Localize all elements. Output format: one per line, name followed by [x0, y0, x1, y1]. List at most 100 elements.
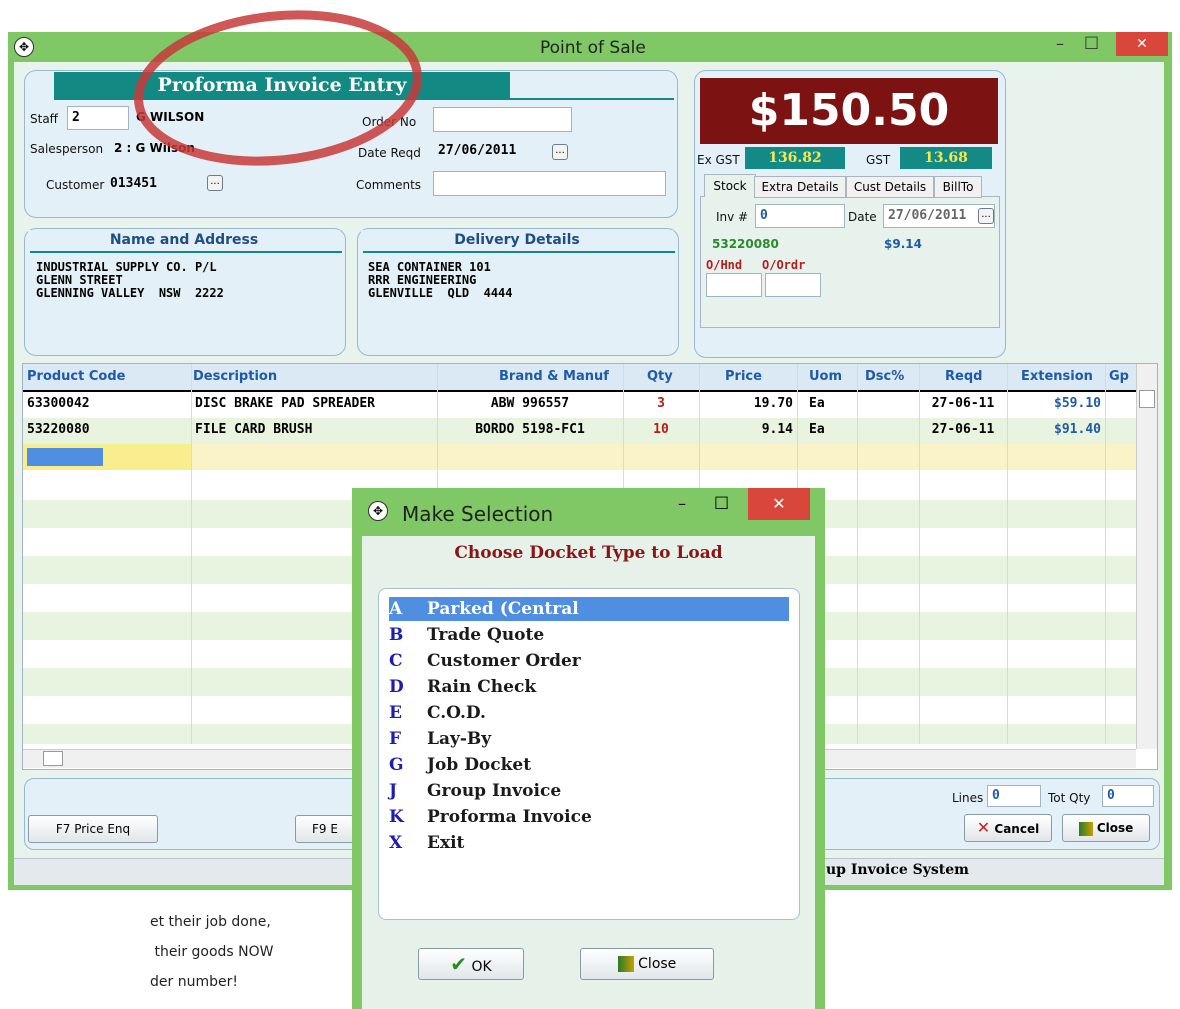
- totqty-field[interactable]: 0: [1102, 785, 1154, 807]
- close-label: Close: [1096, 821, 1134, 835]
- stock-date-button[interactable]: ...: [978, 208, 994, 224]
- name-address-heading: Name and Address: [28, 230, 340, 250]
- red-circle-annotation: [134, 10, 422, 166]
- row2-price[interactable]: 9.14: [699, 417, 793, 443]
- inv-label: Inv #: [716, 210, 749, 224]
- status-text: up Invoice System: [826, 862, 969, 878]
- col-brand[interactable]: Brand & Manuf: [499, 364, 609, 392]
- staff-field[interactable]: 2: [67, 106, 129, 130]
- row2-extension[interactable]: $91.40: [1007, 417, 1101, 443]
- row1-uom[interactable]: Ea: [809, 391, 825, 417]
- col-gp[interactable]: Gp: [1109, 364, 1129, 392]
- list-item-c[interactable]: C Customer Order: [389, 648, 581, 674]
- row2-reqd[interactable]: 27-06-11: [919, 417, 1007, 443]
- list-item-g[interactable]: G Job Docket: [389, 752, 531, 778]
- row2-description[interactable]: FILE CARD BRUSH: [195, 417, 312, 443]
- delivery-heading: Delivery Details: [361, 230, 673, 250]
- window-title: Point of Sale: [540, 38, 646, 58]
- tab-billto[interactable]: BillTo: [934, 176, 982, 198]
- cancel-label: Cancel: [994, 822, 1040, 836]
- date-reqd-field[interactable]: 27/06/2011: [438, 143, 516, 158]
- total-display: $150.50: [700, 78, 998, 144]
- vertical-scroll-thumb[interactable]: [1139, 390, 1155, 408]
- lines-label: Lines: [952, 791, 984, 805]
- lines-field[interactable]: 0: [987, 785, 1041, 807]
- col-reqd[interactable]: Reqd: [945, 364, 983, 392]
- col-qty[interactable]: Qty: [647, 364, 673, 392]
- tab-cust-details[interactable]: Cust Details: [846, 176, 934, 198]
- col-uom[interactable]: Uom: [809, 364, 843, 392]
- vertical-scrollbar[interactable]: [1136, 364, 1157, 749]
- on-hand-field: [706, 273, 762, 297]
- list-item-f[interactable]: F Lay-By: [389, 726, 491, 752]
- row1-code[interactable]: 63300042: [27, 391, 90, 417]
- dialog-title: Make Selection: [402, 502, 554, 526]
- gst-value: 13.68: [900, 147, 992, 169]
- close-window-button[interactable]: ✕: [1116, 32, 1168, 56]
- maximize-icon[interactable]: □: [1084, 32, 1110, 51]
- row2-brand[interactable]: BORDO 5198-FC1: [437, 417, 623, 443]
- col-divider: [191, 364, 192, 744]
- col-description[interactable]: Description: [193, 364, 278, 392]
- on-order-label: O/Ordr: [762, 258, 806, 272]
- row1-extension[interactable]: $59.10: [1007, 391, 1101, 417]
- row1-description[interactable]: DISC BRAKE PAD SPREADER: [195, 391, 375, 417]
- delivery-divider: [363, 251, 675, 253]
- col-product-code[interactable]: Product Code: [27, 364, 126, 392]
- dialog-heading: Choose Docket Type to Load: [454, 543, 723, 563]
- tab-extra-details[interactable]: Extra Details: [754, 176, 846, 198]
- list-item-b[interactable]: B Trade Quote: [389, 622, 544, 648]
- row1-qty[interactable]: 3: [623, 391, 699, 417]
- list-item-d[interactable]: D Rain Check: [389, 674, 536, 700]
- col-dsc[interactable]: Dsc%: [865, 364, 905, 392]
- docket-type-list[interactable]: A Parked (Central B Trade Quote C Customer …: [378, 588, 800, 920]
- name-address-divider: [30, 251, 342, 253]
- ex-gst-label: Ex GST: [697, 153, 740, 167]
- date-picker-button[interactable]: ...: [552, 144, 568, 160]
- caption-line-3: der number!: [150, 974, 238, 990]
- ok-button[interactable]: ✔ OK: [418, 948, 524, 980]
- row2-qty[interactable]: 10: [623, 417, 699, 443]
- horizontal-scroll-thumb[interactable]: [43, 751, 63, 766]
- row1-brand[interactable]: ABW 996557: [437, 391, 623, 417]
- dialog-close-label: Close: [638, 956, 677, 972]
- row1-reqd[interactable]: 27-06-11: [919, 391, 1007, 417]
- list-item-e[interactable]: E C.O.D.: [389, 700, 486, 726]
- f7-price-enq-button[interactable]: F7 Price Enq: [28, 815, 158, 843]
- active-cell-selection[interactable]: [27, 448, 103, 466]
- checkmark-icon: ✔: [450, 952, 468, 976]
- col-extension[interactable]: Extension: [1021, 364, 1093, 392]
- comments-field[interactable]: [433, 171, 666, 196]
- list-item-j[interactable]: J Group Invoice: [389, 778, 561, 804]
- app-logo-icon: ✥: [14, 37, 34, 57]
- dialog-minimize-icon[interactable]: –: [678, 494, 686, 513]
- delivery-address-text: SEA CONTAINER 101 RRR ENGINEERING GLENVI…: [368, 260, 513, 300]
- caption-line-2: their goods NOW: [150, 944, 274, 960]
- row2-code[interactable]: 53220080: [27, 417, 90, 443]
- dialog-close-button[interactable]: Close: [580, 948, 714, 980]
- close-button[interactable]: Close: [1062, 814, 1150, 842]
- col-price[interactable]: Price: [725, 364, 762, 392]
- row1-price[interactable]: 19.70: [699, 391, 793, 417]
- inv-field[interactable]: 0: [755, 204, 845, 228]
- cancel-button[interactable]: ✕ Cancel: [964, 814, 1052, 842]
- dialog-maximize-icon[interactable]: □: [714, 492, 729, 511]
- dialog-title-bar[interactable]: ✥ Make Selection – □ ✕: [352, 488, 825, 536]
- minimize-icon[interactable]: –: [1056, 34, 1078, 53]
- stock-date-label: Date: [848, 210, 877, 224]
- on-hand-label: O/Hnd: [706, 258, 743, 272]
- list-item-k[interactable]: K Proforma Invoice: [389, 804, 592, 830]
- ok-label: OK: [471, 959, 492, 975]
- stock-price: $9.14: [884, 237, 922, 251]
- customer-field[interactable]: 013451: [110, 176, 157, 191]
- cancel-x-icon: ✕: [976, 818, 991, 837]
- salesperson-label: Salesperson: [30, 142, 104, 156]
- tab-stock[interactable]: Stock: [704, 174, 756, 197]
- list-item-x[interactable]: X Exit: [389, 830, 464, 856]
- door-icon: [1078, 821, 1093, 836]
- dialog-close-icon[interactable]: ✕: [748, 488, 810, 520]
- order-no-field[interactable]: [433, 107, 572, 132]
- list-item-a[interactable]: A Parked (Central: [389, 596, 579, 622]
- f9-button[interactable]: F9 E: [295, 815, 355, 843]
- row2-uom[interactable]: Ea: [809, 417, 825, 443]
